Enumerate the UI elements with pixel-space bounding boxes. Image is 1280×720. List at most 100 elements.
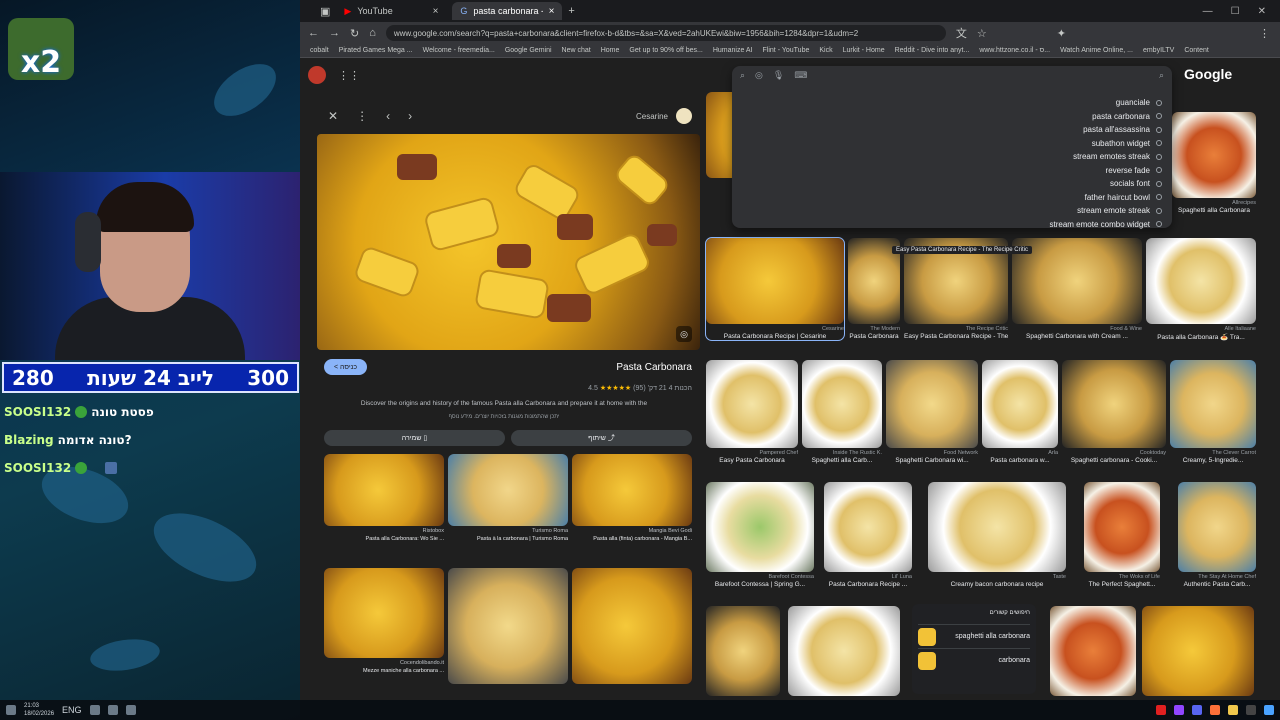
image-result[interactable]: Lil' Luna Pasta Carbonara Recipe ... (824, 482, 912, 588)
back-icon[interactable]: ← (308, 27, 319, 39)
bookmark-item[interactable]: New chat (562, 47, 591, 54)
menu-icon[interactable]: ⋮ (1259, 27, 1270, 40)
bookmark-item[interactable]: Pirated Games Mega ... (339, 47, 413, 54)
apps-grid-icon[interactable]: ⋮⋮ (338, 69, 360, 82)
url-field[interactable]: www.google.com/search?q=pasta+carbonara&… (385, 25, 946, 41)
suggestion-item[interactable]: socials font (732, 177, 1172, 191)
bookmark-item[interactable]: Reddit - Dive into anyt... (895, 47, 970, 54)
image-result[interactable]: Pampered Chef Easy Pasta Carbonara (706, 360, 798, 464)
image-result[interactable]: Alle Italiaane Pasta alla Carbonara 🍝 Tra… (1146, 238, 1256, 341)
save-button[interactable]: שמירה ▯ (324, 430, 505, 446)
related-image[interactable] (448, 568, 568, 684)
close-tab-icon[interactable]: × (549, 6, 555, 17)
close-tab-icon[interactable]: × (433, 6, 439, 17)
image-result[interactable] (1142, 606, 1254, 696)
suggestion-item[interactable]: pasta carbonara (732, 110, 1172, 124)
suggestion-item[interactable]: reverse fade (732, 164, 1172, 178)
close-icon[interactable]: ✕ (328, 109, 338, 123)
tab-youtube[interactable]: ▶ YouTube × (336, 2, 446, 20)
related-image[interactable]: Ristobox Pasta alla Carbonara: Wo Sie ... (324, 454, 444, 566)
image-result[interactable]: Taste Creamy bacon carbonara recipe (928, 482, 1066, 588)
new-tab-icon[interactable]: + (568, 5, 574, 17)
youtube-app-icon[interactable] (1156, 705, 1166, 715)
bookmark-item[interactable]: embyILTV (1143, 47, 1174, 54)
translate-icon[interactable]: 文 (956, 25, 967, 41)
visit-button[interactable]: < כניסה (324, 359, 368, 375)
image-result[interactable]: Cooktoday Spaghetti carbonara - Cooki... (1062, 360, 1166, 464)
preview-title[interactable]: Pasta Carbonara (616, 362, 692, 373)
keyboard-icon[interactable]: ⌨ (794, 70, 807, 81)
search-bar[interactable]: ⌕ ◎ 🎙 ⌨ ⌕ (732, 66, 1172, 84)
bookmark-item[interactable]: Google Gemini (505, 47, 552, 54)
explorer-app-icon[interactable] (1228, 705, 1238, 715)
home-icon[interactable]: ⌂ (369, 27, 376, 39)
volume-icon[interactable] (107, 705, 118, 715)
battery-icon[interactable] (125, 705, 136, 715)
twitch-app-icon[interactable] (1174, 705, 1184, 715)
windows-start-icon[interactable] (1264, 705, 1274, 715)
minimize-icon[interactable]: — (1203, 6, 1213, 17)
image-result[interactable]: Allrecipes Spaghetti alla Carbonara (1172, 112, 1256, 214)
language-indicator[interactable]: ENG (62, 705, 82, 715)
microphone-icon[interactable]: 🎙 (773, 70, 784, 81)
obs-app-icon[interactable] (1246, 705, 1256, 715)
bookmark-item[interactable]: Get up to 90% off bes... (629, 47, 702, 54)
suggestion-item[interactable]: stream emote streak (732, 204, 1172, 218)
image-result[interactable]: The Stay At Home Chef Authentic Pasta Car… (1178, 482, 1256, 588)
forward-icon[interactable]: → (329, 27, 340, 39)
related-image[interactable]: Mangia Bevi Godi Pasta alla (finta) carbo… (572, 454, 692, 566)
bookmark-item[interactable]: Home (601, 47, 620, 54)
bookmark-item[interactable]: Flint - YouTube (763, 47, 810, 54)
share-button[interactable]: שיתוף ⤴ (511, 430, 692, 446)
bookmark-item[interactable]: www.httzone.co.il - ס... (979, 47, 1050, 54)
preview-source[interactable]: Cesarine (636, 108, 700, 124)
chevron-left-icon[interactable]: ‹ (386, 109, 390, 123)
image-result[interactable]: Food Network Spaghetti Carbonara wi... (886, 360, 978, 464)
bookmark-item[interactable]: Watch Anime Online, ... (1060, 47, 1133, 54)
search-icon[interactable]: ⌕ (740, 70, 745, 81)
suggestion-item[interactable]: subathon widget (732, 137, 1172, 151)
image-result[interactable]: Arla Pasta carbonara w... (982, 360, 1058, 464)
wifi-icon[interactable] (89, 705, 100, 715)
lens-icon[interactable]: ◎ (676, 326, 692, 342)
reload-icon[interactable]: ↻ (350, 27, 359, 40)
bookmark-item[interactable]: cobalt (310, 47, 329, 54)
search-submit-icon[interactable]: ⌕ (1159, 70, 1164, 81)
chat-icon[interactable] (6, 705, 16, 715)
chevron-right-icon[interactable]: › (408, 109, 412, 123)
suggestion-item[interactable]: guanciale (732, 96, 1172, 110)
related-image[interactable] (572, 568, 692, 684)
image-result[interactable]: Inside The Rustic K. Spaghetti alla Carb.… (802, 360, 882, 464)
bookmark-star-icon[interactable]: ☆ (977, 27, 987, 40)
image-result[interactable]: Cesarine Pasta Carbonara Recipe | Cesarin… (705, 237, 845, 341)
tab-list-icon[interactable]: ▣ (320, 5, 330, 18)
bookmark-item[interactable]: Welcome - freemedia... (423, 47, 495, 54)
maximize-icon[interactable]: ☐ (1231, 6, 1240, 17)
bookmark-item[interactable]: Content (1184, 47, 1209, 54)
related-image[interactable]: Turismo Roma Pasta à la carbonara | Turis… (448, 454, 568, 566)
bookmark-item[interactable]: Kick (819, 47, 832, 54)
bookmark-item[interactable]: Lurkit - Home (843, 47, 885, 54)
suggestion-item[interactable]: stream emote combo widget (732, 218, 1172, 232)
image-result[interactable] (706, 606, 780, 696)
preview-image[interactable]: ◎ (317, 134, 700, 350)
discord-app-icon[interactable] (1192, 705, 1202, 715)
lens-icon[interactable]: ◎ (755, 70, 763, 81)
close-window-icon[interactable]: ✕ (1258, 6, 1266, 17)
tab-google-search[interactable]: G pasta carbonara - חיפוש ב × (452, 2, 563, 20)
suggestion-item[interactable]: pasta all'assassina (732, 123, 1172, 137)
related-image[interactable]: Cocendolibando.it Mezze maniche alla carb… (324, 568, 444, 684)
image-result[interactable]: Barefoot Contessa Barefoot Contessa | Spr… (706, 482, 814, 588)
suggestion-item[interactable]: stream emotes streak (732, 150, 1172, 164)
extensions-icon[interactable]: ✦ (1057, 27, 1066, 40)
bookmark-item[interactable]: Humanize AI (713, 47, 753, 54)
google-logo[interactable]: Google (1184, 66, 1232, 82)
firefox-app-icon[interactable] (1210, 705, 1220, 715)
image-result[interactable]: The Woks of Life The Perfect Spaghett... (1084, 482, 1160, 588)
suggestion-item[interactable]: father haircut bowl (732, 191, 1172, 205)
image-result[interactable]: The Clever Carrot Creamy, 5-Ingredie... (1170, 360, 1256, 464)
more-options-icon[interactable]: ⋮ (356, 109, 368, 123)
related-search-item[interactable]: spaghetti alla carbonara (918, 624, 1030, 648)
image-result[interactable] (1050, 606, 1136, 696)
image-result[interactable] (788, 606, 900, 696)
